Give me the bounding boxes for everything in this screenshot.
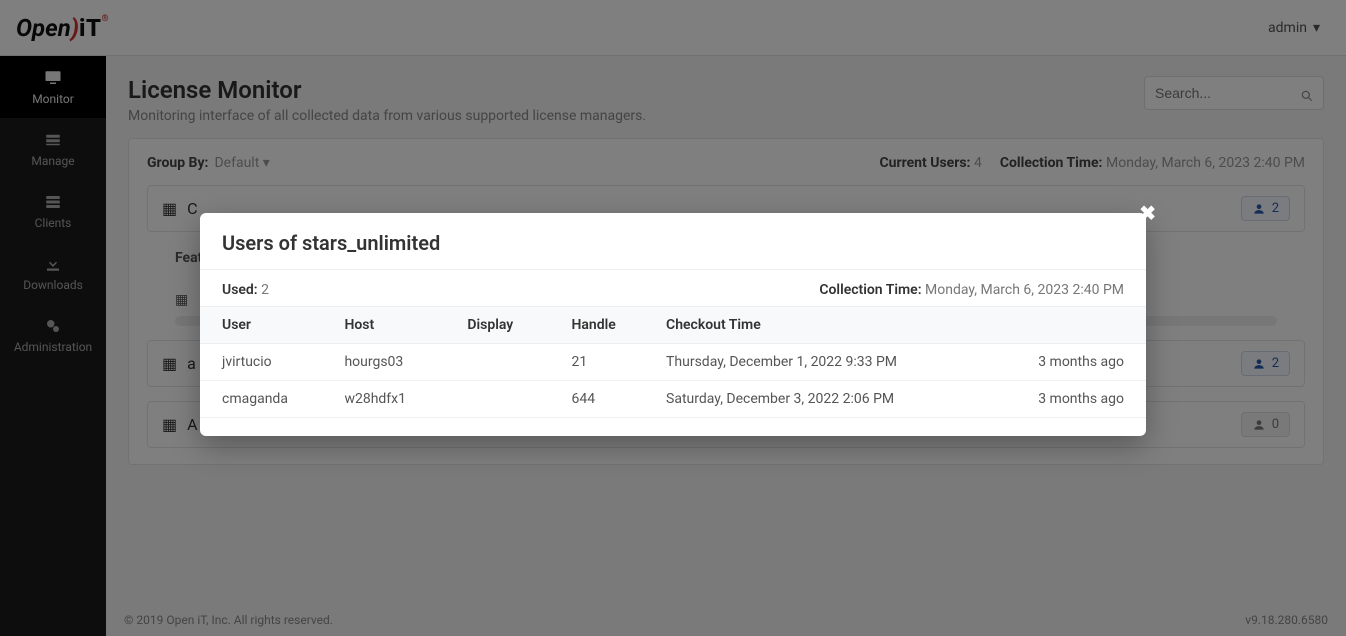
cell-display: [455, 381, 559, 418]
th-handle[interactable]: Handle: [559, 307, 654, 344]
cell-ago: 3 months ago: [1004, 344, 1146, 381]
used-value: 2: [261, 282, 269, 298]
table-header-row: User Host Display Handle Checkout Time: [200, 307, 1146, 344]
th-checkout[interactable]: Checkout Time: [654, 307, 1004, 344]
modal-meta: Used: 2 Collection Time: Monday, March 6…: [200, 270, 1146, 306]
users-modal: ✖ Users of stars_unlimited Used: 2 Colle…: [200, 213, 1146, 436]
cell-checkout: Thursday, December 1, 2022 9:33 PM: [654, 344, 1004, 381]
close-icon: ✖: [1139, 201, 1156, 225]
cell-user: jvirtucio: [200, 344, 332, 381]
cell-host: hourgs03: [332, 344, 455, 381]
th-display[interactable]: Display: [455, 307, 559, 344]
cell-display: [455, 344, 559, 381]
cell-user: cmaganda: [200, 381, 332, 418]
cell-handle: 21: [559, 344, 654, 381]
table-row: jvirtucio hourgs03 21 Thursday, December…: [200, 344, 1146, 381]
modal-collection-time-value: Monday, March 6, 2023 2:40 PM: [925, 282, 1124, 298]
used-label: Used:: [222, 282, 258, 298]
cell-host: w28hdfx1: [332, 381, 455, 418]
modal-title: Users of stars_unlimited: [200, 213, 1146, 270]
cell-checkout: Saturday, December 3, 2022 2:06 PM: [654, 381, 1004, 418]
cell-handle: 644: [559, 381, 654, 418]
th-host[interactable]: Host: [332, 307, 455, 344]
table-row: cmaganda w28hdfx1 644 Saturday, December…: [200, 381, 1146, 418]
modal-collection-time-label: Collection Time:: [819, 282, 921, 298]
th-ago: [1004, 307, 1146, 344]
users-table: User Host Display Handle Checkout Time j…: [200, 306, 1146, 418]
close-button[interactable]: ✖: [1135, 197, 1160, 229]
cell-ago: 3 months ago: [1004, 381, 1146, 418]
th-user[interactable]: User: [200, 307, 332, 344]
